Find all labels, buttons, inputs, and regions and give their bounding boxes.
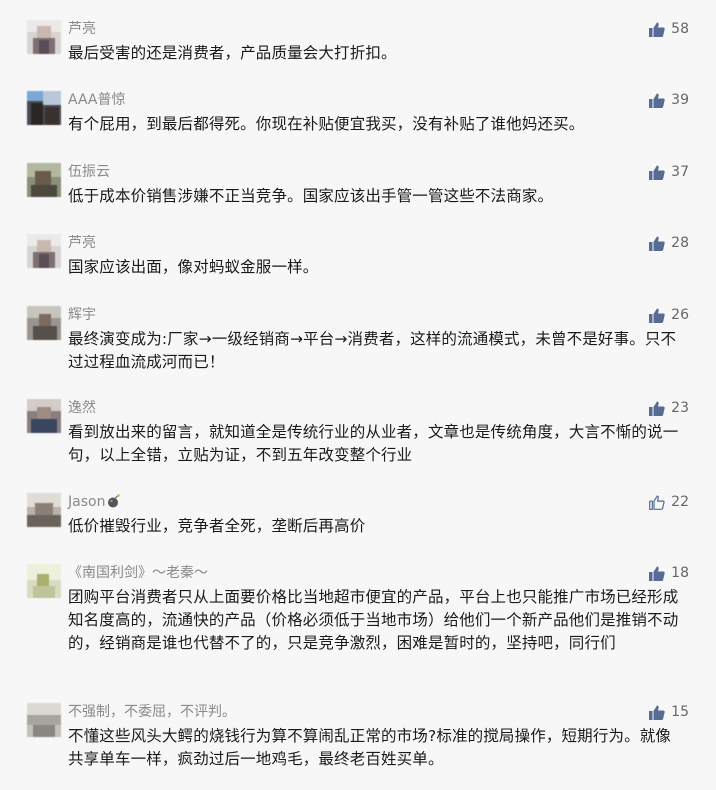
like-count: 39 [671, 92, 689, 108]
like-count: 23 [671, 400, 689, 416]
comment-text: 团购平台消费者只从上面要价格比当地超市便宜的产品，平台上也只能推广市场已经形成知… [68, 588, 679, 652]
comment-text: 看到放出来的留言，就知道全是传统行业的从业者，文章也是传统角度，大言不惭的说一句… [68, 423, 679, 464]
like-button[interactable]: 39 [649, 91, 689, 109]
comment-text: 有个屁用，到最后都得死。你现在补贴便宜我买，没有补贴了谁他妈还买。 [68, 115, 585, 133]
thumbs-up-filled-icon [649, 93, 665, 108]
comment-nickname[interactable]: Jason [68, 493, 121, 511]
like-count: 58 [671, 21, 689, 37]
comment-nickname[interactable]: AAA普惊 [68, 91, 126, 109]
avatar[interactable] [27, 493, 61, 527]
like-button[interactable]: 26 [649, 306, 689, 324]
comment-nickname[interactable]: 芦亮 [68, 234, 96, 252]
like-button[interactable]: 58 [649, 20, 689, 38]
avatar[interactable] [27, 564, 61, 598]
bomb-emoji-icon [108, 494, 121, 508]
like-button[interactable]: 18 [649, 564, 689, 582]
avatar[interactable] [27, 306, 61, 340]
comment-text: 国家应该出面，像对蚂蚁金服一样。 [68, 258, 319, 276]
comment-text: 低于成本价销售涉嫌不正当竞争。国家应该出手管一管这些不法商家。 [68, 187, 554, 205]
like-count: 15 [671, 704, 689, 720]
comment-list: 芦亮 58 最后受害的还是消费者，产品质量会大打折扣。 AAA普惊 39 有个屁… [0, 0, 716, 790]
like-button[interactable]: 22 [649, 493, 689, 511]
comment-text: 低价摧毁行业，竞争者全死，垄断后再高价 [68, 517, 366, 535]
like-count: 22 [671, 494, 689, 510]
like-count: 28 [671, 235, 689, 251]
thumbs-up-filled-icon [649, 566, 665, 581]
avatar[interactable] [27, 91, 61, 125]
like-count: 18 [671, 565, 689, 581]
like-count: 26 [671, 307, 689, 323]
thumbs-up-filled-icon [649, 308, 665, 323]
avatar[interactable] [27, 234, 61, 268]
like-count: 37 [671, 164, 689, 180]
thumbs-up-filled-icon [649, 401, 665, 416]
thumbs-up-filled-icon [649, 165, 665, 180]
avatar[interactable] [27, 399, 61, 433]
comment-text: 最后受害的还是消费者，产品质量会大打折扣。 [68, 44, 397, 62]
avatar[interactable] [27, 20, 61, 54]
comment-nickname[interactable]: 逸然 [68, 399, 96, 417]
like-button[interactable]: 15 [649, 703, 689, 721]
comment-nickname[interactable]: 《南国利剑》～老秦～ [68, 564, 208, 582]
comment-text: 不懂这些风头大鳄的烧钱行为算不算闹乱正常的市场?标准的搅局操作，短期行为。就像共… [68, 727, 672, 768]
thumbs-up-filled-icon [649, 22, 665, 37]
like-button[interactable]: 28 [649, 234, 689, 252]
thumbs-up-filled-icon [649, 705, 665, 720]
avatar[interactable] [27, 163, 61, 197]
like-button[interactable]: 23 [649, 399, 689, 417]
comment-nickname[interactable]: 伍振云 [68, 163, 110, 181]
thumbs-up-outline-icon [649, 495, 665, 510]
comment-nickname[interactable]: 不强制，不委屈，不评判。 [68, 703, 236, 721]
like-button[interactable]: 37 [649, 163, 689, 181]
comment-nickname[interactable]: 辉宇 [68, 306, 96, 324]
comment-text: 最终演变成为:厂家→一级经销商→平台→消费者，这样的流通模式，未曾不是好事。只不… [68, 330, 677, 371]
avatar[interactable] [27, 703, 61, 737]
comment-nickname-text: Jason [68, 494, 106, 510]
comment-nickname[interactable]: 芦亮 [68, 20, 96, 38]
thumbs-up-filled-icon [649, 236, 665, 251]
